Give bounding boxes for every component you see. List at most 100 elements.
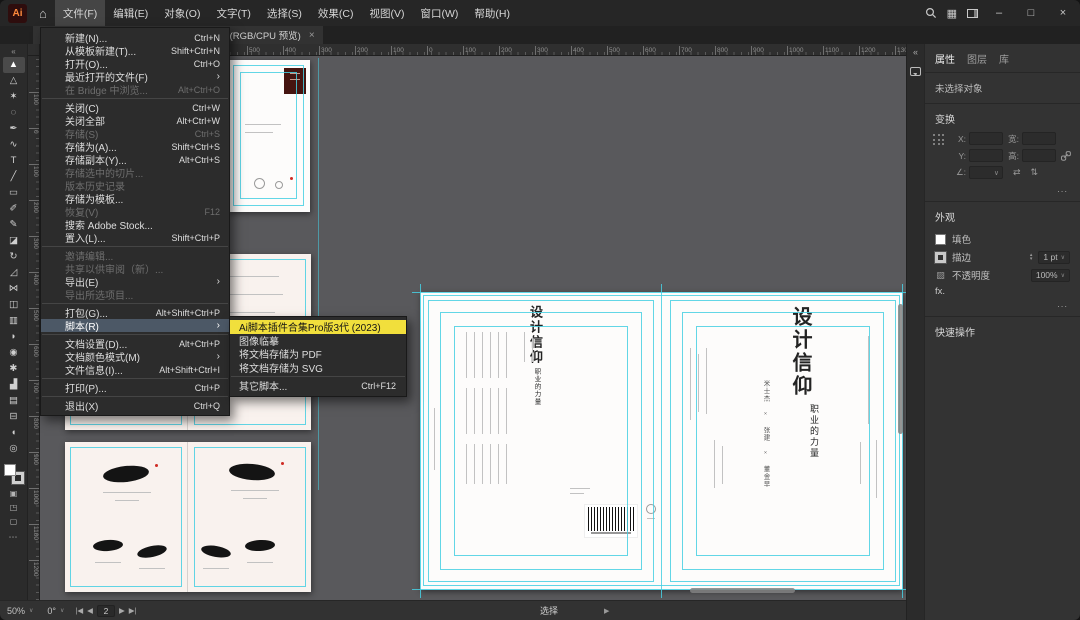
- horizontal-scrollbar-thumb[interactable]: [690, 588, 795, 593]
- menu-item[interactable]: 将文档存储为 PDF: [230, 347, 406, 361]
- x-input[interactable]: [969, 132, 1003, 145]
- artboard-number-input[interactable]: 2: [97, 605, 115, 617]
- artboard-book-cover-spread[interactable]: 设计信仰 职业的力量 设计信仰 职业的力量 米士杰 × 张建 × 董金早: [420, 292, 903, 590]
- first-artboard-button[interactable]: |◀: [75, 606, 83, 615]
- menu-item[interactable]: 脚本(R)›: [41, 319, 229, 332]
- menu-item[interactable]: 其它脚本...Ctrl+F12: [230, 379, 406, 393]
- gradient-tool[interactable]: ▥: [3, 313, 25, 329]
- width-input[interactable]: [1022, 132, 1056, 145]
- menubar-item[interactable]: 效果(C): [310, 0, 362, 26]
- menubar-item[interactable]: 选择(S): [259, 0, 310, 26]
- toolbar-collapse-icon[interactable]: «: [11, 47, 15, 56]
- rotate-tool[interactable]: ↻: [3, 249, 25, 265]
- paintbrush-tool[interactable]: ✐: [3, 201, 25, 217]
- text-placeholder: [482, 388, 483, 434]
- comment-panel-icon[interactable]: [910, 67, 921, 76]
- menu-item[interactable]: Ai脚本插件合集Pro版3代 (2023): [230, 320, 406, 334]
- flip-horizontal-icon[interactable]: ⇄: [1013, 167, 1021, 178]
- menubar-item[interactable]: 帮助(H): [466, 0, 518, 26]
- arrange-documents-icon[interactable]: ▦: [947, 7, 957, 20]
- menu-item[interactable]: 打印(P)...Ctrl+P: [41, 381, 229, 394]
- artboard-tool[interactable]: ▤: [3, 393, 25, 409]
- pencil-tool[interactable]: ✎: [3, 217, 25, 233]
- ruler-origin-corner[interactable]: [28, 44, 40, 56]
- screen-mode-icon[interactable]: ▢: [10, 517, 18, 526]
- appearance-more-options[interactable]: ...: [925, 298, 1080, 313]
- column-graph-tool[interactable]: ▟: [3, 377, 25, 393]
- last-artboard-button[interactable]: ▶|: [129, 606, 137, 615]
- maximize-button[interactable]: □: [1020, 7, 1042, 19]
- fill-swatch[interactable]: [935, 234, 946, 245]
- tab-libraries[interactable]: 库: [999, 51, 1009, 66]
- effects-button[interactable]: fx.: [935, 286, 945, 297]
- vertical-scrollbar-thumb[interactable]: [898, 304, 903, 434]
- tab-properties[interactable]: 属性: [935, 51, 955, 66]
- prev-artboard-button[interactable]: ◀: [87, 606, 93, 615]
- hand-tool[interactable]: ◖: [3, 425, 25, 441]
- angle-select[interactable]: ∨: [969, 166, 1003, 179]
- red-dot: [281, 462, 284, 465]
- collapse-panels-icon[interactable]: «: [913, 47, 918, 57]
- minimize-button[interactable]: –: [988, 7, 1010, 19]
- rotation-select[interactable]: 0°∨: [40, 601, 71, 620]
- menu-item[interactable]: 退出(X)Ctrl+Q: [41, 399, 229, 412]
- scale-tool[interactable]: ◿: [3, 265, 25, 281]
- home-icon[interactable]: ⌂: [39, 6, 47, 21]
- stroke-weight-stepper[interactable]: ▴▾: [1030, 253, 1033, 261]
- menubar-item[interactable]: 文件(F): [55, 0, 105, 26]
- constrain-proportions-icon[interactable]: [1061, 151, 1071, 161]
- menubar-item[interactable]: 视图(V): [361, 0, 412, 26]
- slice-tool[interactable]: ⊟: [3, 409, 25, 425]
- fill-color-swatch[interactable]: [4, 464, 16, 476]
- width-tool[interactable]: ⋈: [3, 281, 25, 297]
- menubar-item[interactable]: 文字(T): [208, 0, 258, 26]
- symbol-sprayer-tool[interactable]: ✱: [3, 361, 25, 377]
- menu-item[interactable]: 图像临摹: [230, 334, 406, 348]
- zoom-tool[interactable]: ◎: [3, 441, 25, 457]
- menubar-item[interactable]: 编辑(E): [105, 0, 156, 26]
- stroke-swatch[interactable]: [935, 252, 946, 263]
- edit-toolbar-icon[interactable]: ⋯: [9, 532, 19, 543]
- draw-behind-mode-icon[interactable]: ◳: [10, 503, 18, 512]
- y-input[interactable]: [969, 149, 1003, 162]
- opacity-select[interactable]: 100%∨: [1031, 269, 1070, 282]
- menu-item[interactable]: 将文档存储为 SVG: [230, 361, 406, 375]
- shape-builder-tool[interactable]: ◫: [3, 297, 25, 313]
- next-artboard-button[interactable]: ▶: [119, 606, 125, 615]
- menubar-item[interactable]: 窗口(W): [412, 0, 466, 26]
- rectangle-tool[interactable]: ▭: [3, 185, 25, 201]
- blend-tool[interactable]: ◉: [3, 345, 25, 361]
- artboard-lens-spread[interactable]: [65, 442, 311, 592]
- close-button[interactable]: ×: [1052, 7, 1074, 19]
- magic-wand-tool[interactable]: ✶: [3, 89, 25, 105]
- reference-point-locator[interactable]: [933, 134, 946, 147]
- pen-tool[interactable]: ✒: [3, 121, 25, 137]
- eraser-tool[interactable]: ◪: [3, 233, 25, 249]
- status-expand-icon[interactable]: ▶: [604, 607, 609, 615]
- workspace-switcher-icon[interactable]: [967, 9, 978, 18]
- tab-close-icon[interactable]: ×: [309, 30, 315, 41]
- ruler-label: 100: [29, 92, 39, 105]
- eyedropper-tool[interactable]: ◗: [3, 329, 25, 345]
- circle-sketch: [646, 504, 656, 514]
- curvature-tool[interactable]: ∿: [3, 137, 25, 153]
- zoom-select[interactable]: 50%∨: [0, 601, 40, 620]
- selection-tool[interactable]: ▲: [3, 57, 25, 73]
- type-tool[interactable]: T: [3, 153, 25, 169]
- menubar-item[interactable]: 对象(O): [156, 0, 208, 26]
- menu-item[interactable]: 文件信息(I)...Alt+Shift+Ctrl+I: [41, 363, 229, 376]
- direct-selection-tool[interactable]: △: [3, 73, 25, 89]
- lasso-tool[interactable]: ◌: [3, 105, 25, 121]
- tab-layers[interactable]: 图层: [967, 51, 987, 66]
- search-icon[interactable]: [925, 7, 937, 19]
- draw-normal-mode-icon[interactable]: ▣: [10, 489, 18, 498]
- stroke-weight-select[interactable]: 1 pt∨: [1038, 251, 1070, 264]
- menu-item[interactable]: 置入(L)...Shift+Ctrl+P: [41, 231, 229, 244]
- transform-more-options[interactable]: ...: [925, 183, 1080, 198]
- vertical-ruler[interactable]: 1000100200300400500600700800900100011001…: [28, 56, 40, 600]
- flip-vertical-icon[interactable]: ⇅: [1031, 167, 1039, 178]
- ruler-label: 1100: [823, 46, 839, 55]
- height-input[interactable]: [1022, 149, 1056, 162]
- artboard-notebook-cover[interactable]: [228, 60, 310, 212]
- line-segment-tool[interactable]: ╱: [3, 169, 25, 185]
